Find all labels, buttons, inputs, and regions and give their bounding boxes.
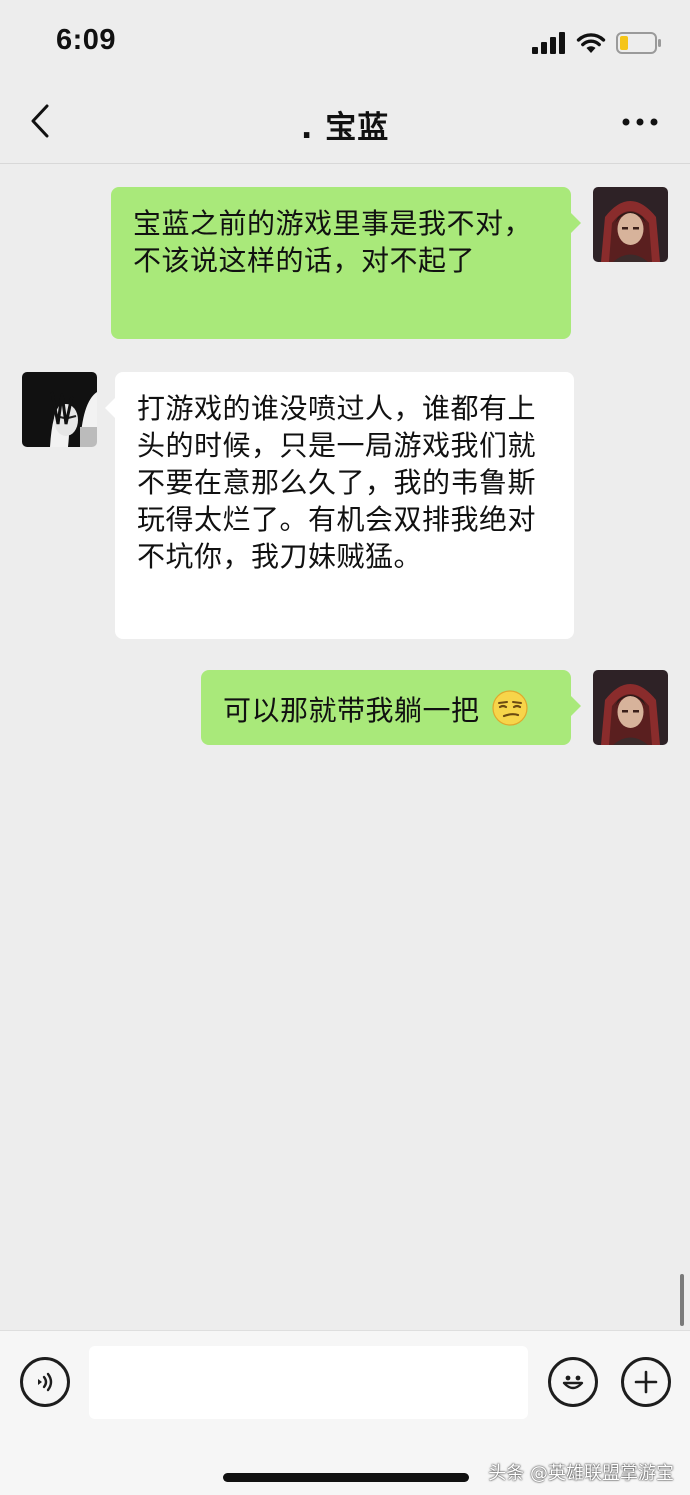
cellular-signal-icon	[532, 32, 565, 54]
battery-icon	[616, 32, 661, 54]
nav-bar: . 宝蓝	[0, 80, 690, 164]
status-icons	[532, 28, 662, 58]
hooded-character-avatar-icon	[593, 187, 668, 262]
plus-icon	[634, 1370, 658, 1394]
more-options-button[interactable]	[616, 102, 664, 142]
message-bubble-outgoing[interactable]: 宝蓝之前的游戏里事是我不对，不该说这样的话，对不起了	[111, 187, 581, 339]
bubble-tail	[571, 213, 581, 233]
message-bubble-incoming[interactable]: 打游戏的谁没喷过人，谁都有上头的时候，只是一局游戏我们就不要在意那么久了，我的韦…	[105, 372, 574, 639]
status-time: 6:09	[56, 24, 117, 56]
hooded-character-avatar-icon	[593, 670, 668, 745]
message-input[interactable]	[89, 1346, 528, 1419]
smile-icon	[562, 1375, 584, 1390]
chat-title: . 宝蓝	[300, 110, 390, 146]
chat-area[interactable]: 宝蓝之前的游戏里事是我不对，不该说这样的话，对不起了 打游戏的谁没喷过人，谁都有…	[0, 164, 690, 1330]
watermark: 头条 @英雄联盟掌游宝	[488, 1463, 674, 1484]
add-more-button[interactable]	[621, 1357, 671, 1407]
message-bubble-outgoing[interactable]: 可以那就带我躺一把	[201, 670, 581, 745]
avatar-self[interactable]	[593, 187, 668, 262]
avatar-contact[interactable]	[22, 372, 97, 447]
message-text: 打游戏的谁没喷过人，谁都有上头的时候，只是一局游戏我们就不要在意那么久了，我的韦…	[137, 392, 537, 573]
voice-input-button[interactable]	[20, 1357, 70, 1407]
anime-character-avatar-icon	[22, 372, 97, 447]
avatar-self[interactable]	[593, 670, 668, 745]
bubble-tail	[571, 696, 581, 716]
bubble-tail	[105, 398, 115, 418]
emoji-button[interactable]	[548, 1357, 598, 1407]
message-text: 可以那就带我躺一把	[223, 694, 480, 727]
message-text: 宝蓝之前的游戏里事是我不对，不该说这样的话，对不起了	[133, 207, 533, 277]
input-bar: 头条 @英雄联盟掌游宝	[0, 1330, 690, 1495]
home-indicator[interactable]	[223, 1473, 469, 1482]
smirk-emoji-icon	[492, 690, 528, 726]
more-dots-icon	[622, 118, 658, 126]
wifi-icon	[576, 33, 606, 53]
scrollbar-thumb[interactable]	[680, 1274, 684, 1326]
voice-icon	[38, 1372, 53, 1392]
status-bar: 6:09	[0, 0, 690, 80]
